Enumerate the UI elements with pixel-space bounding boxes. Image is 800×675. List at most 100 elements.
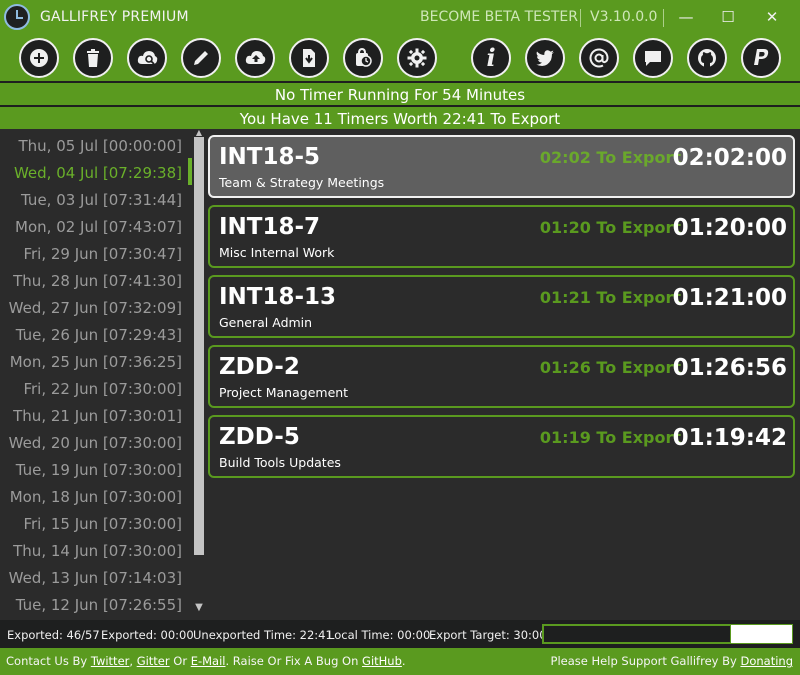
date-list-item[interactable]: Fri, 29 Jun [07:30:47] [23,241,182,268]
timer-duration: 01:26:56 [672,355,787,381]
timer-description: Misc Internal Work [219,245,335,260]
date-list-item[interactable]: Tue, 12 Jun [07:26:55] [16,592,182,619]
twitter-button[interactable] [525,38,565,78]
add-timer-button[interactable] [19,38,59,78]
timer-status-line: No Timer Running For 54 Minutes [0,81,800,107]
github-button[interactable] [687,38,727,78]
date-list-item[interactable]: Fri, 15 Jun [07:30:00] [23,511,182,538]
gitter-link[interactable]: Gitter [137,654,170,668]
timer-card[interactable]: ZDD-5 Build Tools Updates 01:19 To Expor… [208,415,795,478]
close-button[interactable]: ✕ [757,4,787,30]
toolbar: i [0,36,800,80]
local-time: Local Time: 00:00 [328,628,431,642]
footer-raise-text: . Raise Or Fix A Bug On [225,654,359,668]
timer-description: Project Management [219,385,349,400]
settings-icon [407,48,427,68]
date-list-item[interactable]: Fri, 22 Jun [07:30:00] [23,376,182,403]
delete-icon [87,49,99,67]
export-summary-line: You Have 11 Timers Worth 22:41 To Export [0,105,800,131]
paypal-button[interactable] [741,38,781,78]
date-list[interactable]: Thu, 05 Jul [00:00:00] Wed, 04 Jul [07:2… [0,129,190,620]
timer-duration: 01:21:00 [672,285,787,311]
footer-support: Please Help Support Gallifrey By Donatin… [551,648,793,675]
date-list-item[interactable]: Wed, 20 Jun [07:30:00] [9,430,182,457]
export-progress-bar [542,624,793,644]
date-list-item[interactable]: Thu, 14 Jun [07:30:00] [13,538,182,565]
footer-contact: Contact Us By Twitter, Gitter Or E-Mail.… [6,648,406,675]
scroll-down-arrow-icon[interactable]: ▼ [194,603,204,613]
timer-description: General Admin [219,315,313,330]
date-list-item[interactable]: Mon, 25 Jun [07:36:25] [10,349,182,376]
export-timers-button[interactable] [235,38,275,78]
title-bar[interactable]: GALLIFREY PREMIUM BECOME BETA TESTER V3.… [0,0,800,36]
exported-count: Exported: 46/57 [7,628,100,642]
download-file-icon [303,49,315,67]
date-list-item[interactable]: Thu, 28 Jun [07:41:30] [13,268,182,295]
timer-export-amount: 01:21 To Export [539,288,681,307]
exported-time: Exported: 00:00 [101,628,194,642]
github-link[interactable]: GitHub [362,654,402,668]
date-list-item[interactable]: Wed, 13 Jun [07:14:03] [9,565,182,592]
delete-timer-button[interactable] [73,38,113,78]
become-beta-tester-link[interactable]: BECOME BETA TESTER [420,9,578,25]
date-list-item[interactable]: Tue, 26 Jun [07:29:43] [16,322,182,349]
timer-code: INT18-5 [219,144,321,170]
minimize-button[interactable]: — [671,4,701,30]
date-list-item[interactable]: Thu, 05 Jul [00:00:00] [18,133,182,160]
email-button[interactable] [579,38,619,78]
scroll-up-arrow-icon[interactable]: ▲ [194,129,204,137]
date-list-item[interactable]: Thu, 21 Jun [07:30:01] [13,403,182,430]
footer-comma: , [129,654,134,668]
chat-button[interactable] [633,38,673,78]
info-icon: i [486,43,496,72]
timer-duration: 01:20:00 [672,215,787,241]
date-list-item[interactable]: Mon, 18 Jun [07:30:00] [10,484,182,511]
date-list-item[interactable]: Tue, 03 Jul [07:31:44] [21,187,182,214]
timer-card[interactable]: INT18-13 General Admin 01:21 To Export 0… [208,275,795,338]
timer-code: INT18-7 [219,214,321,240]
search-timers-button[interactable] [127,38,167,78]
cloud-search-icon [137,51,158,65]
cloud-upload-icon [245,51,266,64]
edit-icon [194,51,208,65]
edit-timer-button[interactable] [181,38,221,78]
date-list-item[interactable]: Tue, 19 Jun [07:30:00] [16,457,182,484]
at-icon [589,48,609,68]
app-window: GALLIFREY PREMIUM BECOME BETA TESTER V3.… [0,0,800,675]
twitter-icon [536,50,554,66]
add-icon [30,49,48,67]
timer-card[interactable]: ZDD-2 Project Management 01:26 To Export… [208,345,795,408]
email-link[interactable]: E-Mail [191,654,226,668]
title-divider [663,9,664,27]
title-divider [580,9,581,27]
date-list-scrollbar[interactable]: ▲ ▼ [192,129,206,620]
settings-button[interactable] [397,38,437,78]
timer-code: INT18-13 [219,284,337,310]
bag-clock-icon [356,48,372,67]
date-list-item-selected[interactable]: Wed, 04 Jul [07:29:38] [14,160,182,187]
timer-card[interactable]: INT18-7 Misc Internal Work 01:20 To Expo… [208,205,795,268]
timer-export-amount: 01:19 To Export [539,428,681,447]
timer-export-amount: 01:20 To Export [539,218,681,237]
twitter-link[interactable]: Twitter [91,654,130,668]
footer-contact-prefix: Contact Us By [6,654,88,668]
donating-link[interactable]: Donating [740,654,793,668]
info-button[interactable]: i [471,38,511,78]
timer-description: Team & Strategy Meetings [219,175,385,190]
import-timers-button[interactable] [289,38,329,78]
footer-or: Or [173,654,188,668]
date-list-item[interactable]: Wed, 27 Jun [07:32:09] [9,295,182,322]
maximize-button[interactable]: ☐ [713,4,743,30]
footer: Contact Us By Twitter, Gitter Or E-Mail.… [0,648,800,675]
stats-bar: Exported: 46/57 Exported: 00:00 Unexport… [0,620,800,648]
scroll-thumb[interactable] [194,137,204,555]
saved-timers-button[interactable] [343,38,383,78]
github-icon [698,49,716,67]
chat-icon [645,51,661,66]
export-progress-fill [543,625,732,643]
timer-duration: 02:02:00 [672,145,787,171]
main-panel: Thu, 05 Jul [00:00:00] Wed, 04 Jul [07:2… [0,129,800,620]
date-list-item[interactable]: Mon, 02 Jul [07:43:07] [15,214,182,241]
timer-card[interactable]: INT18-5 Team & Strategy Meetings 02:02 T… [208,135,795,198]
timer-duration: 01:19:42 [672,425,787,451]
